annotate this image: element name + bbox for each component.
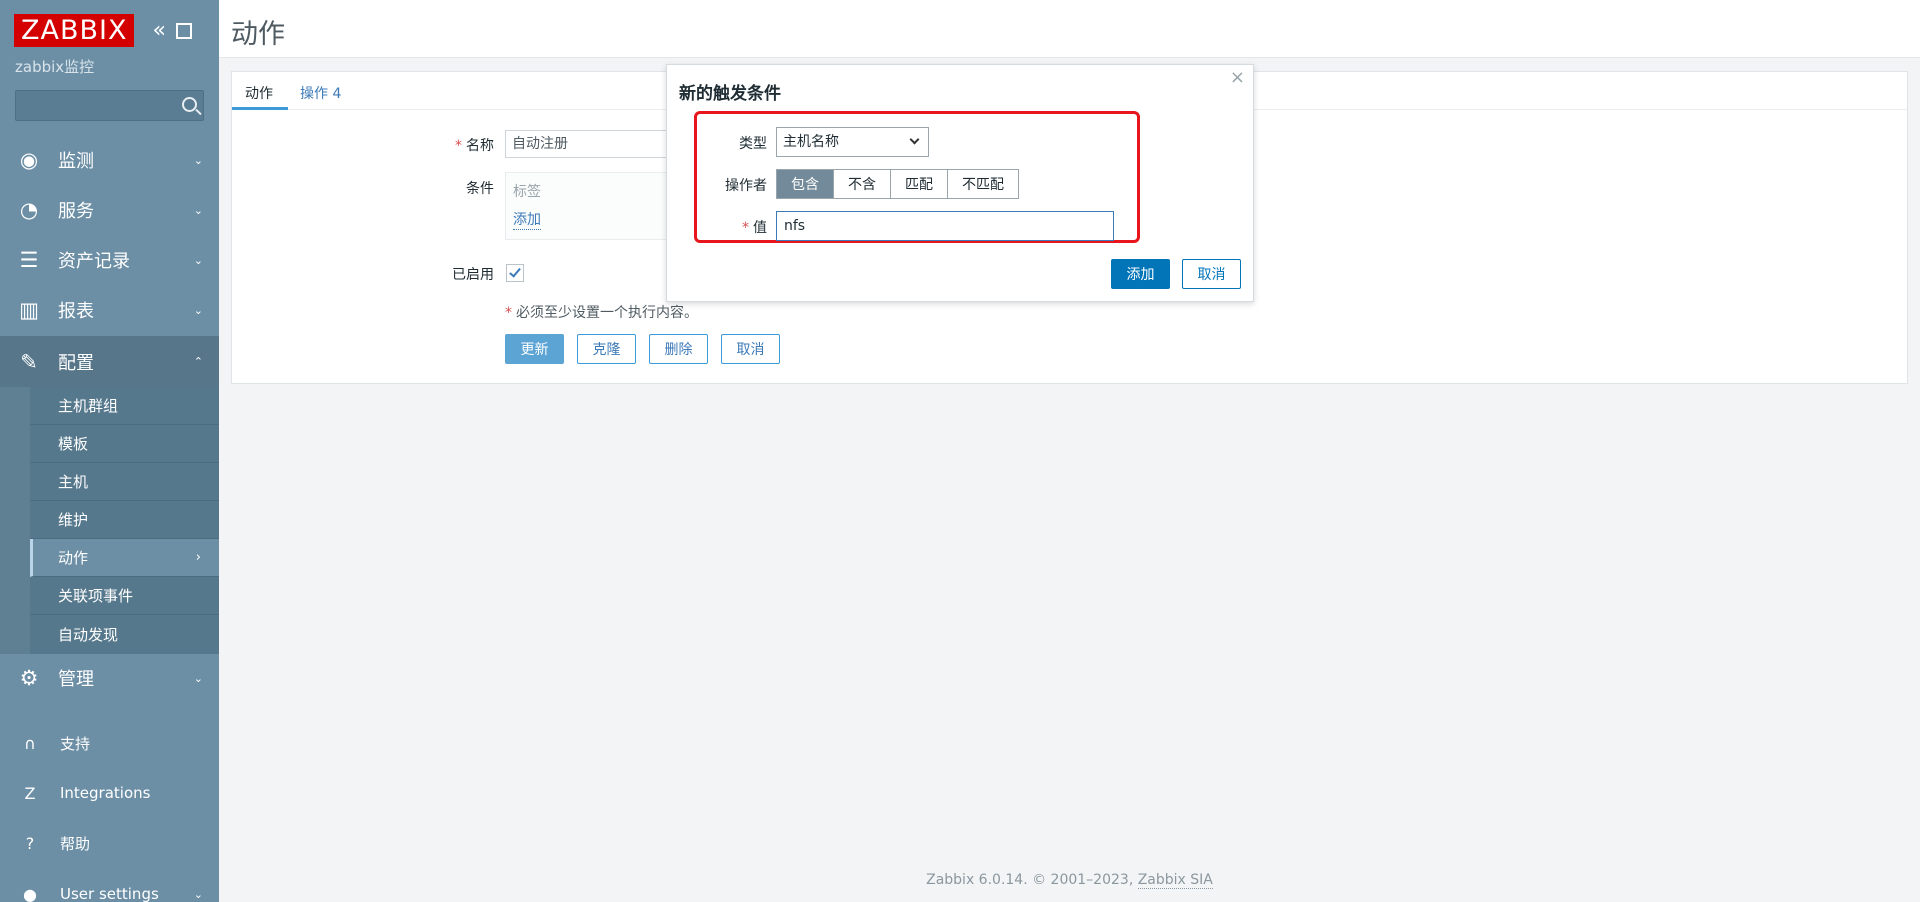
submenu-hosts[interactable]: 主机 — [30, 463, 219, 501]
chevron-down-icon: ⌄ — [193, 153, 203, 167]
menu-label: 资产记录 — [58, 251, 130, 272]
chevron-down-icon: ⌄ — [193, 671, 203, 685]
close-icon[interactable]: × — [1230, 67, 1245, 88]
page-header: 动作 — [219, 0, 1920, 58]
menu-label: 帮助 — [60, 834, 91, 853]
add-condition-link[interactable]: 添加 — [513, 209, 541, 230]
delete-button[interactable]: 删除 — [649, 334, 708, 364]
tab-operations[interactable]: 操作 4 — [300, 83, 341, 103]
collapse-sidebar-icon[interactable]: « — [152, 18, 165, 43]
submenu-maintenance[interactable]: 维护 — [30, 501, 219, 539]
operator-not-matches[interactable]: 不匹配 — [948, 170, 1018, 198]
tab-action[interactable]: 动作 — [245, 83, 273, 103]
submenu-host-groups[interactable]: 主机群组 — [30, 387, 219, 425]
menu-monitoring[interactable]: ◉ 监测 ⌄ — [0, 136, 219, 184]
eye-icon: ◉ — [19, 148, 39, 172]
sidebar: ZABBIX « zabbix监控 ◉ 监测 ⌄ ◔ 服务 ⌄ ☰ 资产记录 ⌄… — [0, 0, 219, 902]
name-input[interactable]: 自动注册 — [505, 130, 685, 158]
enabled-label: 已启用 — [452, 267, 494, 283]
enabled-checkbox[interactable] — [506, 264, 524, 282]
z-icon: Z — [24, 783, 36, 803]
menu-support[interactable]: ∩ 支持 — [0, 725, 219, 761]
chevron-right-icon: › — [195, 550, 201, 565]
menu-label: 报表 — [58, 301, 94, 322]
value-input[interactable]: nfs — [776, 211, 1114, 241]
stopwatch-icon: ◔ — [19, 198, 39, 222]
question-icon: ? — [25, 833, 35, 853]
type-select-value: 主机名称 — [783, 134, 839, 150]
conditions-label: 条件 — [466, 181, 494, 197]
footer-copyright: Zabbix 6.0.14. © 2001–2023, — [926, 872, 1134, 888]
menu-user-settings[interactable]: ● User settings ⌄ — [0, 876, 219, 902]
operator-matches[interactable]: 匹配 — [891, 170, 948, 198]
list-icon: ☰ — [19, 248, 39, 272]
validation-hint: * 必须至少设置一个执行内容。 — [505, 305, 698, 321]
headset-icon: ∩ — [24, 733, 36, 753]
add-button[interactable]: 添加 — [1111, 259, 1170, 289]
dialog-title: 新的触发条件 — [679, 84, 781, 104]
cancel-button[interactable]: 取消 — [721, 334, 780, 364]
chevron-down-icon: ⌄ — [193, 253, 203, 267]
update-button[interactable]: 更新 — [505, 334, 564, 364]
clone-button[interactable]: 克隆 — [577, 334, 636, 364]
value-label: * 值 — [742, 220, 767, 236]
menu-label: 管理 — [58, 669, 94, 690]
active-tab-indicator — [232, 107, 288, 110]
operator-contains[interactable]: 包含 — [777, 170, 834, 198]
type-select[interactable]: 主机名称 — [776, 127, 929, 157]
menu-label: 配置 — [58, 352, 94, 374]
menu-configuration[interactable]: ✎ 配置 ⌃ — [0, 336, 219, 387]
submenu-templates[interactable]: 模板 — [30, 425, 219, 463]
menu-reports[interactable]: ▥ 报表 ⌄ — [0, 286, 219, 334]
new-condition-dialog: 新的触发条件 × 类型 主机名称 操作者 包含 不含 匹配 不匹配 * 值 nfs… — [666, 64, 1254, 302]
operator-not-contains[interactable]: 不含 — [834, 170, 891, 198]
configuration-submenu: 主机群组 模板 主机 维护 动作 › 关联项事件 自动发现 — [0, 387, 219, 654]
submenu-label: 动作 — [58, 549, 89, 567]
footer-link[interactable]: Zabbix SIA — [1137, 872, 1213, 889]
gear-icon: ⚙ — [19, 666, 39, 690]
operator-label: 操作者 — [725, 178, 767, 194]
server-name: zabbix监控 — [15, 58, 95, 76]
kiosk-mode-icon[interactable] — [175, 22, 192, 39]
menu-help[interactable]: ? 帮助 — [0, 825, 219, 861]
logo-row: ZABBIX « — [14, 14, 192, 47]
conditions-table: 标签 添加 — [505, 172, 685, 240]
menu-administration[interactable]: ⚙ 管理 ⌄ — [0, 654, 219, 702]
dialog-cancel-button[interactable]: 取消 — [1182, 259, 1241, 289]
search-input[interactable] — [15, 90, 204, 121]
submenu-discovery[interactable]: 自动发现 — [30, 615, 219, 653]
menu-inventory[interactable]: ☰ 资产记录 ⌄ — [0, 236, 219, 284]
check-icon — [509, 265, 521, 278]
menu-services[interactable]: ◔ 服务 ⌄ — [0, 186, 219, 234]
search-icon[interactable] — [182, 97, 197, 112]
menu-integrations[interactable]: Z Integrations — [0, 775, 219, 811]
conditions-column-header: 标签 — [513, 184, 541, 200]
menu-label: User settings — [60, 885, 159, 902]
submenu-actions[interactable]: 动作 › — [30, 539, 219, 577]
chevron-down-icon: ⌄ — [193, 303, 203, 317]
chevron-down-icon: ⌄ — [193, 203, 203, 217]
zabbix-logo[interactable]: ZABBIX — [14, 14, 135, 47]
type-label: 类型 — [739, 136, 767, 152]
menu-label: Integrations — [60, 784, 151, 802]
chevron-down-icon: ⌄ — [193, 887, 203, 901]
wrench-icon: ✎ — [20, 349, 38, 374]
name-label: * 名称 — [455, 138, 494, 154]
page-title: 动作 — [231, 19, 285, 50]
bar-chart-icon: ▥ — [19, 298, 39, 322]
submenu-event-correlation[interactable]: 关联项事件 — [30, 577, 219, 615]
menu-label: 服务 — [58, 201, 94, 222]
menu-label: 监测 — [58, 151, 94, 172]
operator-radio-group: 包含 不含 匹配 不匹配 — [776, 169, 1019, 199]
menu-label: 支持 — [60, 734, 91, 753]
footer: Zabbix 6.0.14. © 2001–2023, Zabbix SIA — [219, 872, 1920, 889]
user-icon: ● — [23, 884, 37, 902]
chevron-up-icon: ⌃ — [193, 355, 203, 368]
chevron-down-icon — [909, 134, 920, 145]
